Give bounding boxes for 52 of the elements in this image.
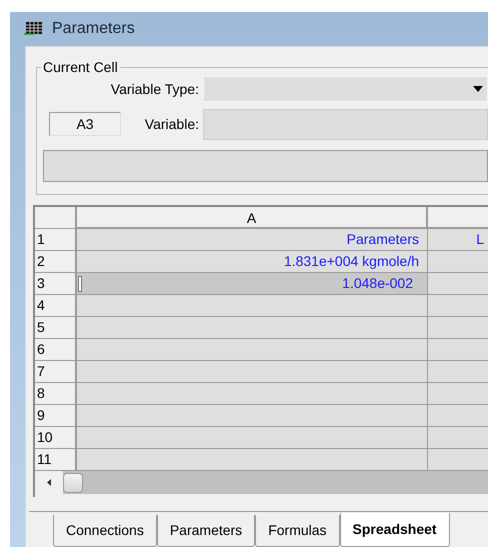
tab[interactable]: Formulas: [255, 515, 340, 547]
table-cell[interactable]: [77, 427, 428, 449]
table-cell[interactable]: [77, 361, 428, 383]
table-cell[interactable]: [428, 295, 488, 317]
row-header[interactable]: 9: [35, 405, 77, 427]
table-cell[interactable]: [77, 383, 428, 405]
row-header[interactable]: 3: [35, 273, 77, 295]
table-cell[interactable]: [77, 317, 428, 339]
edit-cursor-icon: [78, 276, 82, 292]
scroll-left-icon[interactable]: [47, 479, 51, 486]
table-cell[interactable]: [77, 405, 428, 427]
tab[interactable]: Spreadsheet: [340, 513, 450, 547]
tab[interactable]: Parameters: [156, 515, 256, 547]
row-header[interactable]: 1: [35, 229, 77, 251]
row-header[interactable]: 8: [35, 383, 77, 405]
row-header[interactable]: 4: [35, 295, 77, 317]
variable-type-dropdown[interactable]: [203, 76, 488, 102]
table-cell[interactable]: [428, 273, 488, 295]
variable-field[interactable]: [203, 108, 488, 140]
column-header[interactable]: A: [77, 207, 428, 229]
row-header[interactable]: 5: [35, 317, 77, 339]
table-cell[interactable]: Parameters: [77, 229, 428, 251]
caret-icon: [473, 86, 483, 92]
cell-reference: A3: [49, 112, 121, 136]
row-header[interactable]: 11: [35, 449, 77, 471]
table-cell[interactable]: [428, 383, 488, 405]
row-header[interactable]: 7: [35, 361, 77, 383]
table-cell[interactable]: [428, 449, 488, 471]
tab[interactable]: Connections: [53, 515, 157, 547]
field-label: Variable:: [144, 114, 200, 134]
table-cell[interactable]: 1.048e-002: [77, 273, 428, 295]
table-cell[interactable]: [428, 361, 488, 383]
field-label: Variable Type:: [110, 80, 200, 99]
horizontal-scrollbar[interactable]: [35, 471, 488, 494]
corner-header: [35, 207, 77, 229]
scroll-thumb[interactable]: [63, 472, 83, 492]
table-cell[interactable]: 1.831e+004 kgmole/h: [77, 251, 428, 273]
table-cell[interactable]: [77, 339, 428, 361]
table-cell[interactable]: [428, 251, 488, 273]
window-title: Parameters: [52, 19, 135, 39]
grid-icon: [24, 21, 44, 37]
table-cell[interactable]: [77, 449, 428, 471]
table-cell[interactable]: [77, 295, 428, 317]
table-cell[interactable]: [428, 339, 488, 361]
table-cell[interactable]: [428, 427, 488, 449]
table-cell[interactable]: L: [428, 229, 488, 251]
formula-bar[interactable]: [43, 150, 488, 182]
row-header[interactable]: 2: [35, 251, 77, 273]
row-header[interactable]: 10: [35, 427, 77, 449]
row-header[interactable]: 6: [35, 339, 77, 361]
table-cell[interactable]: [428, 405, 488, 427]
table-cell[interactable]: [428, 317, 488, 339]
